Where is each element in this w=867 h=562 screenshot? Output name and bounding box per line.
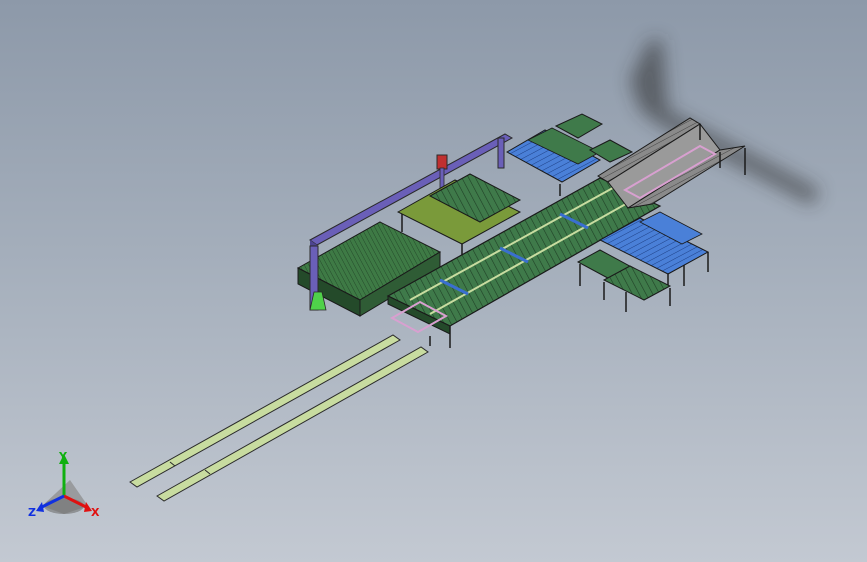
z-axis-label: Z (28, 506, 36, 519)
x-axis-label: X (91, 506, 100, 519)
guide-rails (129, 334, 429, 502)
coordinate-triad: Y X Z (28, 450, 100, 519)
gray-conveyor (597, 117, 746, 209)
cad-3d-viewport[interactable]: Y X Z (0, 0, 867, 562)
y-axis-label: Y (58, 450, 68, 463)
